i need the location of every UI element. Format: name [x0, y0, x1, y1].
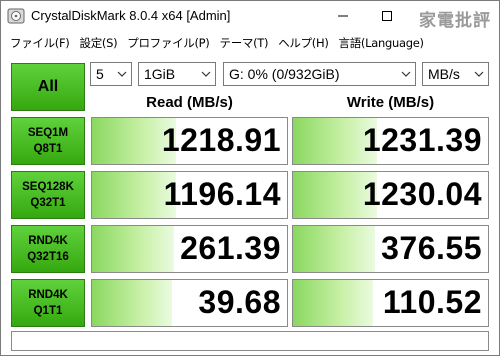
read-result-cell: 261.39	[91, 225, 288, 273]
unit-value: MB/s	[428, 66, 460, 82]
test-button-seq128k-q32t1[interactable]: SEQ128K Q32T1	[11, 171, 85, 219]
count-value: 5	[96, 66, 104, 82]
test-button-rnd4k-q1t1[interactable]: RND4K Q1T1	[11, 279, 85, 327]
test-button-seq1m-q8t1[interactable]: SEQ1M Q8T1	[11, 117, 85, 165]
write-result-cell: 1231.39	[292, 117, 489, 165]
test-name: RND4K	[28, 289, 68, 301]
write-bar	[293, 280, 373, 326]
menu-language[interactable]: 言語(Language)	[334, 35, 429, 51]
drive-value: G: 0% (0/932GiB)	[229, 66, 340, 82]
test-name: SEQ1M	[27, 127, 69, 139]
read-bar	[92, 280, 172, 326]
read-result-cell: 1218.91	[91, 117, 288, 165]
minimize-button[interactable]	[321, 1, 365, 31]
unit-select[interactable]: MB/s	[422, 62, 489, 86]
count-select[interactable]: 5	[90, 62, 132, 86]
all-button[interactable]: All	[11, 63, 85, 111]
chevron-down-icon	[113, 63, 131, 85]
test-queue: Q1T1	[33, 305, 63, 317]
menu-settings[interactable]: 設定(S)	[75, 35, 123, 51]
write-bar	[293, 226, 375, 272]
read-value: 261.39	[180, 230, 281, 266]
menu-bar: ファイル(F) 設定(S) プロファイル(P) テーマ(T) ヘルプ(H) 言語…	[1, 31, 499, 55]
read-result-cell: 39.68	[91, 279, 288, 327]
menu-file[interactable]: ファイル(F)	[5, 35, 75, 51]
title-bar: CrystalDiskMark 8.0.4 x64 [Admin] 家電批評	[1, 1, 499, 31]
test-queue: Q8T1	[33, 143, 63, 155]
read-value: 1218.91	[161, 122, 281, 158]
size-value: 1GiB	[144, 66, 176, 82]
write-column-header: Write (MB/s)	[346, 94, 435, 111]
read-value: 39.68	[198, 284, 281, 320]
read-result-cell: 1196.14	[91, 171, 288, 219]
test-queue: Q32T1	[30, 197, 66, 209]
menu-help[interactable]: ヘルプ(H)	[273, 35, 333, 51]
test-name: SEQ128K	[22, 181, 74, 193]
test-name: RND4K	[28, 235, 68, 247]
window-title: CrystalDiskMark 8.0.4 x64 [Admin]	[31, 8, 231, 23]
size-select[interactable]: 1GiB	[138, 62, 216, 86]
chevron-down-icon	[397, 63, 415, 85]
write-value: 110.52	[382, 284, 482, 320]
write-result-cell: 1230.04	[292, 171, 489, 219]
chevron-down-icon	[197, 63, 215, 85]
menu-theme[interactable]: テーマ(T)	[215, 35, 274, 51]
write-value: 376.55	[381, 230, 482, 266]
chevron-down-icon	[470, 63, 488, 85]
write-value: 1231.39	[362, 122, 482, 158]
write-result-cell: 110.52	[292, 279, 489, 327]
crystaldiskmark-window: CrystalDiskMark 8.0.4 x64 [Admin] 家電批評 フ…	[0, 0, 500, 356]
watermark-logo: 家電批評	[419, 11, 491, 31]
read-column-header: Read (MB/s)	[146, 94, 233, 111]
comment-field[interactable]	[11, 331, 489, 351]
write-value: 1230.04	[362, 176, 482, 212]
drive-select[interactable]: G: 0% (0/932GiB)	[223, 62, 416, 86]
app-icon	[7, 8, 25, 24]
maximize-icon	[382, 11, 392, 21]
minimize-icon	[338, 15, 348, 17]
write-result-cell: 376.55	[292, 225, 489, 273]
maximize-button[interactable]	[365, 1, 409, 31]
read-bar	[92, 226, 174, 272]
menu-profile[interactable]: プロファイル(P)	[122, 35, 214, 51]
test-queue: Q32T16	[27, 251, 69, 263]
read-value: 1196.14	[163, 176, 281, 212]
test-button-rnd4k-q32t16[interactable]: RND4K Q32T16	[11, 225, 85, 273]
